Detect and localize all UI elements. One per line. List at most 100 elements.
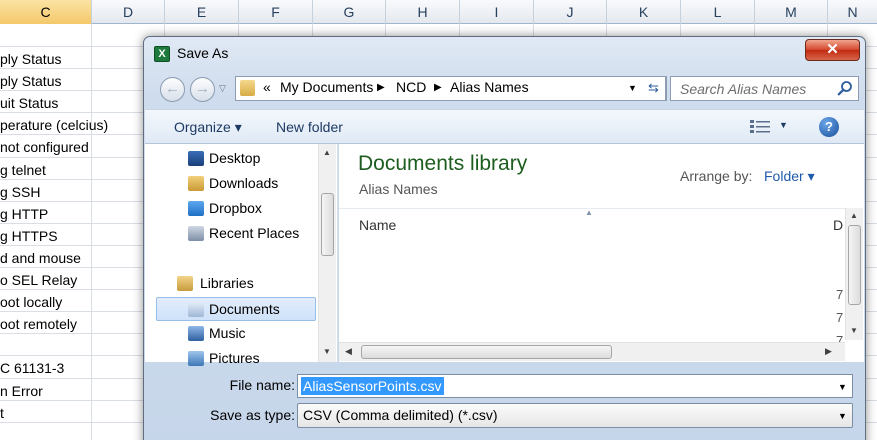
scroll-up-icon[interactable]: ▲ <box>323 148 331 157</box>
file-list-horizontal-thumb[interactable] <box>361 345 612 359</box>
address-overflow[interactable]: « <box>263 79 271 95</box>
column-header-d[interactable]: D <box>92 0 165 24</box>
search-icon[interactable] <box>837 80 853 96</box>
scroll-down-icon[interactable]: ▼ <box>850 326 858 335</box>
cell-c-6[interactable]: g telnet <box>0 159 46 181</box>
cell-c-2[interactable]: ply Status <box>0 70 61 92</box>
scroll-left-icon[interactable]: ◀ <box>345 346 352 357</box>
address-bar[interactable]: « My Documents ▶ NCD ▶ Alias Names ▼ <box>235 76 667 101</box>
column-header-i[interactable]: I <box>460 0 534 24</box>
change-view-icon[interactable] <box>750 120 770 134</box>
save-as-type-value: CSV (Comma delimited) (*.csv) <box>303 407 498 423</box>
column-header-k[interactable]: K <box>607 0 681 24</box>
nav-item-recent-places[interactable]: Recent Places <box>145 222 318 246</box>
file-name-dropdown-icon[interactable]: ▼ <box>838 382 847 392</box>
cell-c-3[interactable]: uit Status <box>0 92 58 114</box>
recent-locations-dropdown[interactable]: ▽ <box>219 83 226 94</box>
save-as-type-label: Save as type: <box>210 407 295 423</box>
forward-arrow-icon: → <box>195 80 210 97</box>
downloads-icon <box>188 176 204 191</box>
refresh-button[interactable]: ⇆ <box>642 76 666 101</box>
column-header-f[interactable]: F <box>239 0 313 24</box>
nav-item-libraries[interactable]: Libraries <box>145 272 318 296</box>
column-header-m[interactable]: M <box>755 0 828 24</box>
cell-c-9[interactable]: g HTTPS <box>0 225 58 247</box>
scroll-down-icon[interactable]: ▼ <box>323 347 331 356</box>
cell-c-17[interactable]: t <box>0 402 4 424</box>
cell-c-8[interactable]: g HTTP <box>0 203 48 225</box>
music-icon <box>188 326 204 341</box>
new-folder-button[interactable]: New folder <box>276 119 343 135</box>
column-header-n[interactable]: N <box>828 0 877 24</box>
address-dropdown-icon[interactable]: ▼ <box>628 83 637 93</box>
breadcrumb-ncd[interactable]: NCD <box>396 79 426 95</box>
cell-c-1[interactable]: ply Status <box>0 48 61 70</box>
column-header-g[interactable]: G <box>313 0 386 24</box>
arrange-by-label: Arrange by: <box>680 168 753 184</box>
close-button[interactable]: ✕ <box>805 39 860 61</box>
cut-off-value: 7 <box>836 310 844 325</box>
nav-pane-scroll-thumb[interactable] <box>321 193 334 256</box>
column-header-e[interactable]: E <box>165 0 239 24</box>
nav-pane-scrollbar[interactable]: ▲ ▼ <box>318 144 336 362</box>
arrange-by-dropdown[interactable]: Folder ▾ <box>764 168 815 185</box>
save-as-type-select[interactable]: CSV (Comma delimited) (*.csv) ▼ <box>297 403 853 428</box>
file-list-area: Documents library Alias Names Arrange by… <box>339 144 864 362</box>
file-list-vertical-thumb[interactable] <box>848 225 861 305</box>
breadcrumb-alias-names[interactable]: Alias Names <box>450 79 529 95</box>
forward-button[interactable]: → <box>190 77 215 102</box>
cut-off-value: 7 <box>836 287 844 302</box>
breadcrumb-my-documents[interactable]: My Documents <box>280 79 373 95</box>
organize-button[interactable]: Organize ▾ <box>174 119 242 136</box>
nav-item-music[interactable]: Music <box>145 322 318 346</box>
nav-item-label: Documents <box>209 301 280 317</box>
scroll-right-icon[interactable]: ▶ <box>825 346 832 357</box>
desktop-icon <box>188 151 204 166</box>
cell-c-13[interactable]: oot remotely <box>0 313 77 335</box>
column-header-l[interactable]: L <box>681 0 755 24</box>
navigation-bar: ← → ▽ « My Documents ▶ NCD ▶ Alias Names… <box>144 71 865 105</box>
view-options-dropdown-icon[interactable]: ▼ <box>779 120 788 130</box>
excel-app-icon: X <box>154 46 170 62</box>
cell-c-15[interactable]: C 61131-3 <box>0 357 64 379</box>
nav-item-downloads[interactable]: Downloads <box>145 172 318 196</box>
nav-item-dropbox[interactable]: Dropbox <box>145 197 318 221</box>
help-button[interactable]: ? <box>819 117 839 137</box>
file-list-vertical-scrollbar[interactable]: ▲ ▼ <box>845 208 863 340</box>
nav-item-desktop[interactable]: Desktop <box>145 147 318 171</box>
column-header-h[interactable]: H <box>386 0 460 24</box>
column-header-c[interactable]: C <box>0 0 92 24</box>
file-list-horizontal-scrollbar[interactable]: ◀ ▶ <box>339 342 845 361</box>
cell-c-10[interactable]: d and mouse <box>0 247 81 269</box>
column-header-j[interactable]: J <box>534 0 607 24</box>
breadcrumb-separator-icon[interactable]: ▶ <box>434 82 442 93</box>
nav-item-label: Music <box>209 325 246 341</box>
search-input[interactable] <box>671 77 831 100</box>
file-name-input[interactable]: AliasSensorPoints.csv <box>301 377 444 395</box>
scroll-up-icon[interactable]: ▲ <box>850 211 858 220</box>
dialog-titlebar[interactable]: X Save As ✕ <box>144 37 865 69</box>
cell-c-12[interactable]: oot locally <box>0 291 62 313</box>
breadcrumb-separator-icon[interactable]: ▶ <box>377 82 385 93</box>
back-button[interactable]: ← <box>160 77 185 102</box>
next-column-header[interactable]: D <box>833 217 843 233</box>
cell-c-5[interactable]: not configured <box>0 136 89 158</box>
cell-c-11[interactable]: o SEL Relay <box>0 269 77 291</box>
sort-ascending-icon: ▲ <box>585 208 593 217</box>
name-column-header[interactable]: Name ▲ D <box>339 208 845 241</box>
file-name-field[interactable]: AliasSensorPoints.csv ▼ <box>297 374 853 398</box>
cell-c-16[interactable]: n Error <box>0 380 43 402</box>
command-toolbar: Organize ▾ New folder ▼ ? <box>145 109 864 144</box>
library-title: Documents library <box>358 152 528 175</box>
documents-icon <box>188 302 204 317</box>
library-subtitle: Alias Names <box>359 181 438 197</box>
dialog-title: Save As <box>177 45 229 61</box>
nav-item-documents[interactable]: Documents <box>156 297 316 321</box>
save-form: File name: AliasSensorPoints.csv ▼ Save … <box>145 363 864 440</box>
cell-c-7[interactable]: g SSH <box>0 181 40 203</box>
cell-c-4[interactable]: perature (celcius) <box>0 114 108 136</box>
search-box[interactable] <box>670 76 859 101</box>
dropbox-icon <box>188 201 204 216</box>
back-arrow-icon: ← <box>165 80 180 97</box>
save-as-type-dropdown-icon[interactable]: ▼ <box>838 411 847 421</box>
